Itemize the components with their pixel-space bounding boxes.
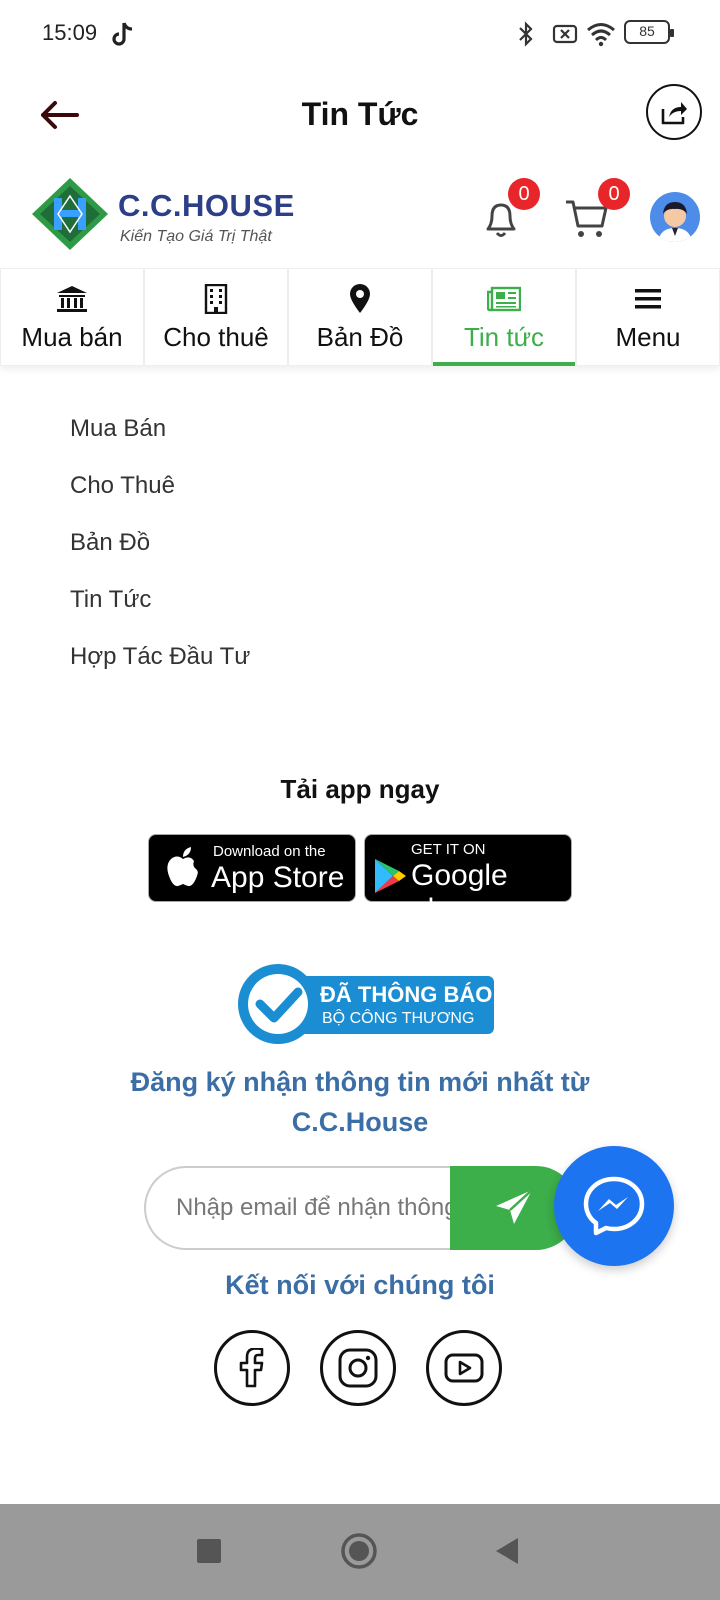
footer-link-mua-ban[interactable]: Mua Bán	[70, 410, 250, 467]
instagram-button[interactable]	[320, 1330, 396, 1406]
google-play-icon	[375, 859, 406, 893]
email-field[interactable]	[146, 1168, 464, 1248]
gov-line1: ĐÃ THÔNG BÁO	[320, 982, 493, 1007]
hamburger-icon	[635, 288, 661, 308]
tab-label: Mua bán	[21, 321, 123, 352]
gov-line2: BỘ CÔNG THƯƠNG	[322, 1010, 475, 1027]
tab-label: Tin tức	[463, 321, 544, 352]
user-avatar-icon	[658, 202, 692, 242]
facebook-icon	[239, 1348, 264, 1388]
tab-label: Bản Đồ	[316, 321, 404, 352]
notification-button[interactable]: 0	[478, 178, 540, 242]
tiktok-icon	[112, 22, 133, 46]
page-title: Tin Tức	[301, 96, 419, 132]
recent-apps-button[interactable]	[196, 1538, 222, 1564]
newspaper-icon	[487, 286, 521, 311]
google-small-text: GET IT ON	[411, 841, 486, 858]
email-field-wrapper	[144, 1166, 464, 1250]
gov-circle	[238, 964, 318, 1044]
footer-link-ban-do[interactable]: Bản Đồ	[70, 524, 250, 581]
app-store-small-text: Download on the	[213, 843, 326, 860]
footer-link-hop-tac-dau-tu[interactable]: Hợp Tác Đầu Tư	[70, 638, 250, 695]
wifi-icon	[587, 23, 615, 47]
battery-tip	[670, 29, 674, 37]
connect-title: Kết nối với chúng tôi	[225, 1270, 495, 1300]
messenger-icon	[583, 1176, 645, 1236]
app-store-big-text: App Store	[211, 861, 345, 894]
app-store-button[interactable]: Download on the App Store	[148, 834, 356, 902]
share-icon	[661, 102, 687, 125]
tab-ban-do[interactable]: Bản Đồ	[288, 268, 432, 366]
google-big-text: Google play	[411, 859, 508, 926]
status-bar: 15:09 85	[0, 0, 720, 70]
gov-registered-badge[interactable]: ĐÃ THÔNG BÁO BỘ CÔNG THƯƠNG	[238, 964, 494, 1044]
tab-label: Menu	[615, 321, 681, 352]
tab-mua-ban[interactable]: Mua bán	[0, 268, 144, 366]
footer-links: Mua Bán Cho Thuê Bản Đồ Tin Tức Hợp Tác …	[70, 410, 250, 695]
footer-link-cho-thue[interactable]: Cho Thuê	[70, 467, 250, 524]
nav-tabs: Mua bán Cho thuê Bản Đồ Tin tức Menu	[0, 268, 720, 366]
youtube-button[interactable]	[426, 1330, 502, 1406]
download-title: Tải app ngay	[280, 774, 440, 804]
bluetooth-icon	[519, 21, 533, 47]
share-button[interactable]	[646, 84, 702, 140]
logo-title: C.C.HOUSE	[118, 188, 295, 223]
paper-plane-icon	[496, 1189, 533, 1224]
facebook-button[interactable]	[214, 1330, 290, 1406]
avatar[interactable]	[650, 192, 700, 242]
map-pin-icon	[350, 283, 370, 313]
logo-mark-icon	[32, 178, 108, 250]
brand-bar: C.C.HOUSE Kiến Tạo Giá Trị Thật 0 0	[0, 168, 720, 268]
messenger-chat-button[interactable]	[554, 1146, 674, 1266]
notification-badge: 0	[508, 178, 540, 210]
instagram-icon	[338, 1348, 378, 1388]
cart-button[interactable]: 0	[564, 178, 630, 242]
cart-badge: 0	[598, 178, 630, 210]
tab-label: Cho thuê	[163, 321, 269, 352]
checkmark-icon	[248, 974, 308, 1034]
google-play-button[interactable]: GET IT ON Google play	[364, 834, 572, 926]
logo[interactable]: C.C.HOUSE Kiến Tạo Giá Trị Thật	[30, 176, 300, 252]
tab-tin-tuc[interactable]: Tin tức	[432, 268, 576, 366]
logo-tagline: Kiến Tạo Giá Trị Thật	[120, 228, 272, 245]
app-header: Tin Tức	[0, 70, 720, 160]
building-icon	[204, 283, 228, 314]
status-time: 15:09	[42, 20, 98, 45]
back-nav-button[interactable]	[494, 1536, 520, 1566]
newsletter-title: Đăng ký nhận thông tin mới nhất từ C.C.H…	[130, 1067, 590, 1137]
apple-icon	[167, 847, 198, 887]
home-button[interactable]	[340, 1532, 378, 1570]
tab-cho-thue[interactable]: Cho thuê	[144, 268, 288, 366]
system-nav-bar	[0, 1504, 720, 1600]
bank-icon	[57, 285, 87, 312]
youtube-icon	[444, 1353, 484, 1383]
battery-icon: 85	[624, 20, 670, 44]
no-sim-icon	[552, 24, 578, 44]
footer-link-tin-tuc[interactable]: Tin Tức	[70, 581, 250, 638]
tab-menu[interactable]: Menu	[576, 268, 720, 366]
